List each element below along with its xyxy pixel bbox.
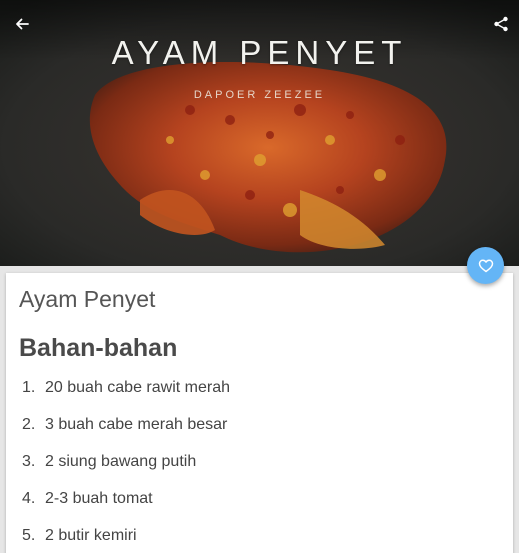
item-number: 5.: [22, 527, 36, 544]
list-item: 5. 2 butir kemiri: [19, 526, 501, 553]
favorite-button[interactable]: [467, 247, 504, 284]
item-text: 20 buah cabe rawit merah: [45, 379, 230, 396]
item-number: 2.: [22, 416, 36, 433]
list-item: 2. 3 buah cabe merah besar: [19, 415, 501, 452]
item-text: 2-3 buah tomat: [45, 490, 153, 507]
ingredients-heading: Bahan-bahan: [19, 334, 178, 362]
item-text: 3 buah cabe merah besar: [45, 416, 228, 433]
share-icon: [494, 16, 508, 32]
list-item: 3. 2 siung bawang putih: [19, 452, 501, 489]
recipe-hero-image: AYAM PENYET DAPOER ZEEZEE: [0, 0, 519, 266]
recipe-name: Ayam Penyet: [19, 286, 156, 312]
item-number: 4.: [22, 490, 36, 507]
hero-title: AYAM PENYET: [111, 34, 408, 71]
back-button[interactable]: [8, 10, 36, 38]
heart-outline-icon: [478, 259, 493, 272]
hero-watermark: DAPOER ZEEZEE: [193, 89, 326, 101]
list-item: 1. 20 buah cabe rawit merah: [19, 378, 501, 415]
recipe-card: Ayam Penyet Bahan-bahan 1. 20 buah cabe …: [6, 273, 513, 553]
item-number: 1.: [22, 379, 36, 396]
ingredients-list: 1. 20 buah cabe rawit merah 2. 3 buah ca…: [19, 378, 501, 553]
item-number: 3.: [22, 453, 36, 470]
item-text: 2 butir kemiri: [45, 527, 137, 544]
list-item: 4. 2-3 buah tomat: [19, 489, 501, 526]
arrow-left-icon: [16, 18, 29, 30]
share-button[interactable]: [487, 10, 515, 38]
item-text: 2 siung bawang putih: [45, 453, 197, 470]
